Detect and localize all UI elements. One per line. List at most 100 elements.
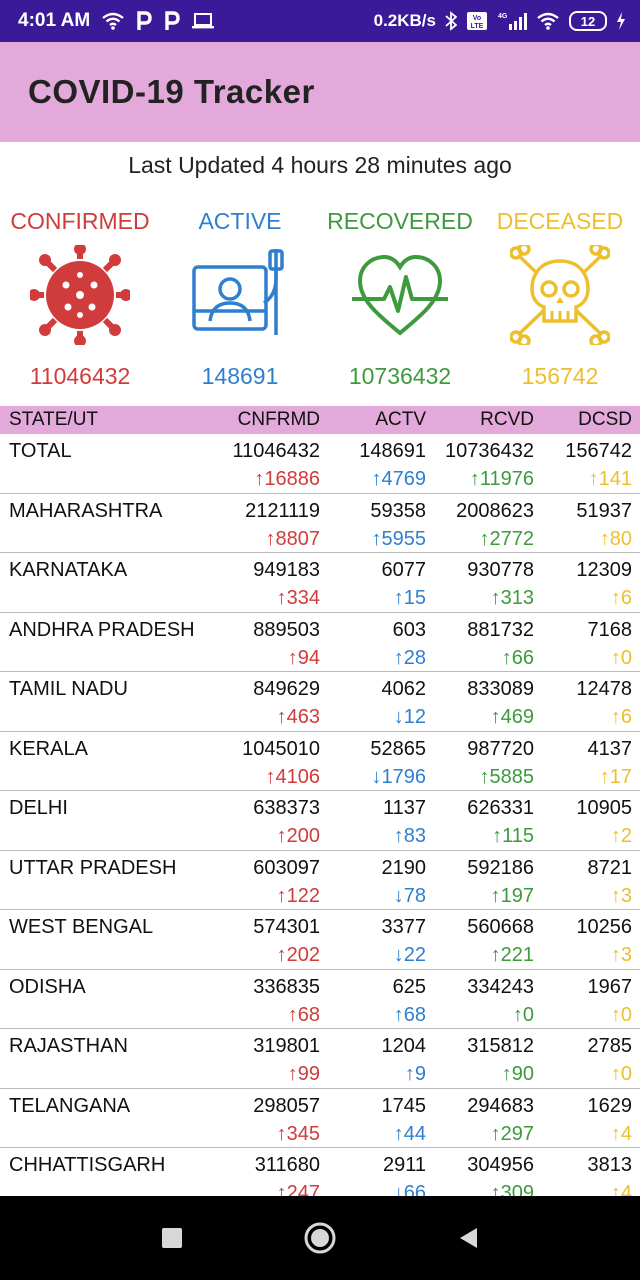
- deceased-cell: 3813: [587, 1154, 633, 1176]
- recovered-cell: 315812: [467, 1035, 534, 1057]
- active-label: ACTIVE: [198, 208, 282, 234]
- recovered-delta: ↑2772: [479, 527, 535, 550]
- table-row[interactable]: ODISHA 336835 625 334243 1967 ↑68 ↑68 ↑0…: [0, 970, 640, 1029]
- virus-icon: [30, 245, 130, 345]
- confirmed-cell: 11046432: [232, 440, 321, 462]
- confirmed-cell: 574301: [253, 916, 320, 938]
- recents-button[interactable]: [152, 1218, 192, 1258]
- table-row[interactable]: DELHI 638373 1137 626331 10905 ↑200 ↑83 …: [0, 791, 640, 851]
- summary-deceased: DECEASED 156742: [480, 203, 640, 390]
- confirmed-cell: 311680: [254, 1154, 320, 1176]
- recovered-cell: 833089: [467, 678, 534, 700]
- table-row[interactable]: MAHARASHTRA 2121119 59358 2008623 51937 …: [0, 494, 640, 553]
- deceased-delta: ↑4: [610, 1182, 632, 1196]
- summary-panel: CONFIRMED 11046432 ACTIVE 148691 RECOVER…: [0, 203, 640, 390]
- confirmed-delta: ↑122: [276, 884, 320, 907]
- state-name: KARNATAKA: [9, 559, 128, 581]
- table-row[interactable]: KERALA 1045010 52865 987720 4137 ↑4106 ↓…: [0, 732, 640, 791]
- deceased-cell: 12478: [576, 678, 632, 700]
- table-row[interactable]: TAMIL NADU 849629 4062 833089 12478 ↑463…: [0, 672, 640, 732]
- active-cell: 148691: [359, 440, 426, 462]
- summary-recovered: RECOVERED 10736432: [320, 203, 480, 390]
- active-delta: ↑9: [404, 1063, 426, 1085]
- back-triangle-icon: [460, 1228, 477, 1248]
- deceased-delta: ↑0: [610, 1063, 632, 1085]
- deceased-cell: 51937: [576, 499, 632, 522]
- recovered-delta: ↑0: [512, 1003, 534, 1026]
- recovered-delta: ↑197: [490, 884, 534, 907]
- recovered-cell: 592186: [467, 856, 534, 879]
- back-button[interactable]: [448, 1218, 488, 1258]
- confirmed-delta: ↑94: [287, 646, 320, 669]
- active-cell: 4062: [381, 678, 427, 700]
- app-bar: COVID-19 Tracker: [0, 42, 640, 142]
- recovered-cell: 10736432: [445, 440, 534, 462]
- confirmed-cell: 638373: [253, 797, 320, 819]
- recovered-delta: ↑313: [490, 587, 534, 609]
- table-row[interactable]: TOTAL 11046432 148691 10736432 156742 ↑1…: [0, 434, 640, 494]
- state-name: RAJASTHAN: [9, 1035, 128, 1057]
- confirmed-delta: ↑334: [276, 587, 320, 609]
- table-row[interactable]: ANDHRA PRADESH 889503 603 881732 7168 ↑9…: [0, 613, 640, 672]
- confirmed-value: 11046432: [29, 363, 131, 389]
- deceased-cell: 1629: [587, 1094, 633, 1117]
- table-row[interactable]: CHHATTISGARH 311680 2911 304956 3813 ↑24…: [0, 1148, 640, 1196]
- state-name: WEST BENGAL: [9, 916, 154, 938]
- active-delta: ↓1796: [371, 765, 427, 788]
- confirmed-cell: 336835: [253, 975, 320, 998]
- hospital-bed-icon: [192, 249, 284, 335]
- home-button[interactable]: [300, 1218, 340, 1258]
- table-row[interactable]: UTTAR PRADESH 603097 2190 592186 8721 ↑1…: [0, 851, 640, 910]
- deceased-cell: 12309: [576, 559, 632, 581]
- state-name: KERALA: [9, 737, 88, 760]
- recovered-cell: 626331: [467, 797, 534, 819]
- active-delta: ↑5955: [371, 527, 427, 550]
- recovered-label: RECOVERED: [327, 208, 473, 234]
- deceased-delta: ↑4: [610, 1122, 632, 1145]
- active-delta: ↑15: [393, 587, 426, 609]
- deceased-cell: 8721: [587, 856, 633, 879]
- active-cell: 1204: [381, 1035, 427, 1057]
- deceased-delta: ↑6: [610, 706, 632, 728]
- state-name: DELHI: [9, 797, 68, 819]
- active-delta: ↓12: [393, 706, 426, 728]
- active-cell: 1137: [382, 797, 426, 819]
- signal-icon: 4G: [497, 11, 527, 31]
- deceased-delta: ↑0: [610, 646, 632, 669]
- active-cell: 1745: [381, 1094, 427, 1117]
- recovered-delta: ↑221: [490, 944, 534, 966]
- confirmed-cell: 2121119: [245, 499, 320, 522]
- active-cell: 6077: [381, 559, 427, 581]
- deceased-cell: 7168: [587, 618, 633, 641]
- confirmed-cell: 298057: [253, 1094, 320, 1117]
- deceased-delta: ↑141: [588, 468, 632, 490]
- deceased-cell: 156742: [565, 440, 632, 462]
- state-table[interactable]: TOTAL 11046432 148691 10736432 156742 ↑1…: [0, 434, 640, 1196]
- active-delta: ↑4769: [371, 468, 427, 490]
- circle-icon: [304, 1222, 336, 1254]
- recovered-cell: 334243: [467, 975, 534, 998]
- deceased-cell: 1967: [587, 975, 633, 998]
- recovered-cell: 294683: [467, 1094, 534, 1117]
- table-row[interactable]: RAJASTHAN 319801 1204 315812 2785 ↑99 ↑9…: [0, 1029, 640, 1089]
- heartbeat-icon: [352, 254, 448, 336]
- wifi-icon: [102, 12, 124, 30]
- table-row[interactable]: WEST BENGAL 574301 3377 560668 10256 ↑20…: [0, 910, 640, 970]
- recovered-cell: 2008623: [456, 499, 534, 522]
- deceased-delta: ↑17: [599, 765, 632, 788]
- active-cell: 603: [392, 618, 426, 641]
- table-row[interactable]: TELANGANA 298057 1745 294683 1629 ↑345 ↑…: [0, 1089, 640, 1148]
- summary-confirmed: CONFIRMED 11046432: [0, 203, 160, 390]
- volte-icon: Vo LTE: [466, 11, 488, 31]
- deceased-value: 156742: [521, 363, 599, 389]
- confirmed-delta: ↑99: [287, 1063, 320, 1085]
- confirmed-delta: ↑16886: [254, 468, 320, 490]
- recovered-cell: 987720: [467, 737, 534, 760]
- active-value: 148691: [201, 363, 279, 389]
- header-deceased: DCSD: [578, 409, 632, 430]
- battery-icon: 12: [569, 11, 607, 31]
- table-row[interactable]: KARNATAKA 949183 6077 930778 12309 ↑334 …: [0, 553, 640, 613]
- table-header: STATE/UT CNFRMD ACTV RCVD DCSD: [0, 406, 640, 434]
- charging-icon: [616, 12, 626, 30]
- recovered-delta: ↑115: [492, 825, 534, 847]
